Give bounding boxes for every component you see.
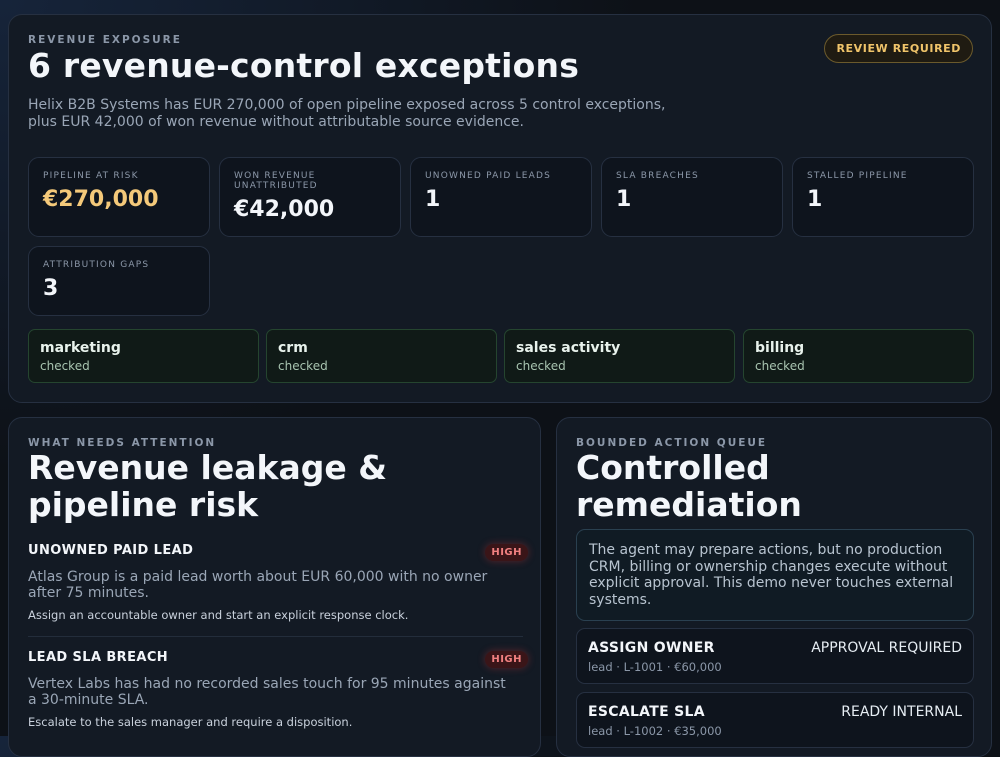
source-name: sales activity [516, 340, 621, 356]
action-assign-owner[interactable]: ASSIGN OWNER APPROVAL REQUIRED lead · L-… [576, 628, 974, 684]
page-title: 6 revenue-control exceptions [28, 46, 580, 85]
metric-sla-breaches: SLA BREACHES 1 [601, 157, 783, 237]
metric-label: PIPELINE AT RISK [43, 171, 139, 181]
source-status: checked [516, 359, 566, 373]
metric-pipeline-at-risk: PIPELINE AT RISK €270,000 [28, 157, 210, 237]
section-title: Revenue leakage & pipeline risk [28, 448, 387, 524]
metric-attribution-gaps: ATTRIBUTION GAPS 3 [28, 246, 210, 316]
metric-label: STALLED PIPELINE [807, 171, 908, 181]
metric-value: 1 [807, 187, 823, 212]
severity-badge: HIGH [485, 651, 528, 668]
source-status: checked [755, 359, 805, 373]
action-meta: lead · L-1001 · €60,000 [588, 660, 722, 674]
source-name: marketing [40, 340, 121, 356]
action-queue-card: BOUNDED ACTION QUEUE Controlled remediat… [556, 417, 992, 757]
source-sales-activity: sales activity checked [504, 329, 735, 383]
metric-label: WON REVENUE UNATTRIBUTED [234, 171, 318, 191]
divider [28, 636, 523, 637]
attention-card: WHAT NEEDS ATTENTION Revenue leakage & p… [8, 417, 541, 757]
metric-value: €270,000 [43, 187, 159, 212]
exposure-summary: Helix B2B Systems has EUR 270,000 of ope… [28, 97, 666, 130]
metric-label: SLA BREACHES [616, 171, 699, 181]
action-status: READY INTERNAL [841, 704, 962, 720]
action-status: APPROVAL REQUIRED [811, 640, 962, 656]
source-status: checked [40, 359, 90, 373]
metric-won-revenue-unattributed: WON REVENUE UNATTRIBUTED €42,000 [219, 157, 401, 237]
issue-recommended-action: Assign an accountable owner and start an… [28, 608, 409, 622]
issue-recommended-action: Escalate to the sales manager and requir… [28, 715, 353, 729]
metric-stalled-pipeline: STALLED PIPELINE 1 [792, 157, 974, 237]
issue-title: LEAD SLA BREACH [28, 650, 169, 665]
section-title: Controlled remediation [576, 448, 802, 524]
source-billing: billing checked [743, 329, 974, 383]
severity-badge: HIGH [485, 544, 528, 561]
issue-title: UNOWNED PAID LEAD [28, 543, 194, 558]
metric-value: €42,000 [234, 197, 335, 222]
metric-label: ATTRIBUTION GAPS [43, 260, 150, 270]
source-status: checked [278, 359, 328, 373]
revenue-exposure-card: REVENUE EXPOSURE 6 revenue-control excep… [8, 14, 992, 403]
review-required-badge[interactable]: REVIEW REQUIRED [824, 34, 973, 63]
action-escalate-sla[interactable]: ESCALATE SLA READY INTERNAL lead · L-100… [576, 692, 974, 748]
section-eyebrow: REVENUE EXPOSURE [28, 34, 182, 46]
action-name: ASSIGN OWNER [588, 640, 715, 656]
approval-note: The agent may prepare actions, but no pr… [576, 529, 974, 621]
metric-value: 1 [425, 187, 441, 212]
metric-unowned-paid-leads: UNOWNED PAID LEADS 1 [410, 157, 592, 237]
metric-value: 1 [616, 187, 632, 212]
issue-description: Atlas Group is a paid lead worth about E… [28, 569, 488, 601]
issue-description: Vertex Labs has had no recorded sales to… [28, 676, 506, 708]
metric-value: 3 [43, 276, 59, 301]
source-crm: crm checked [266, 329, 497, 383]
action-name: ESCALATE SLA [588, 704, 705, 720]
issue-item[interactable]: LEAD SLA BREACH HIGH Vertex Labs has had… [28, 650, 528, 729]
metric-label: UNOWNED PAID LEADS [425, 171, 552, 181]
source-name: crm [278, 340, 308, 356]
source-name: billing [755, 340, 805, 356]
source-marketing: marketing checked [28, 329, 259, 383]
issue-item[interactable]: UNOWNED PAID LEAD HIGH Atlas Group is a … [28, 543, 528, 622]
